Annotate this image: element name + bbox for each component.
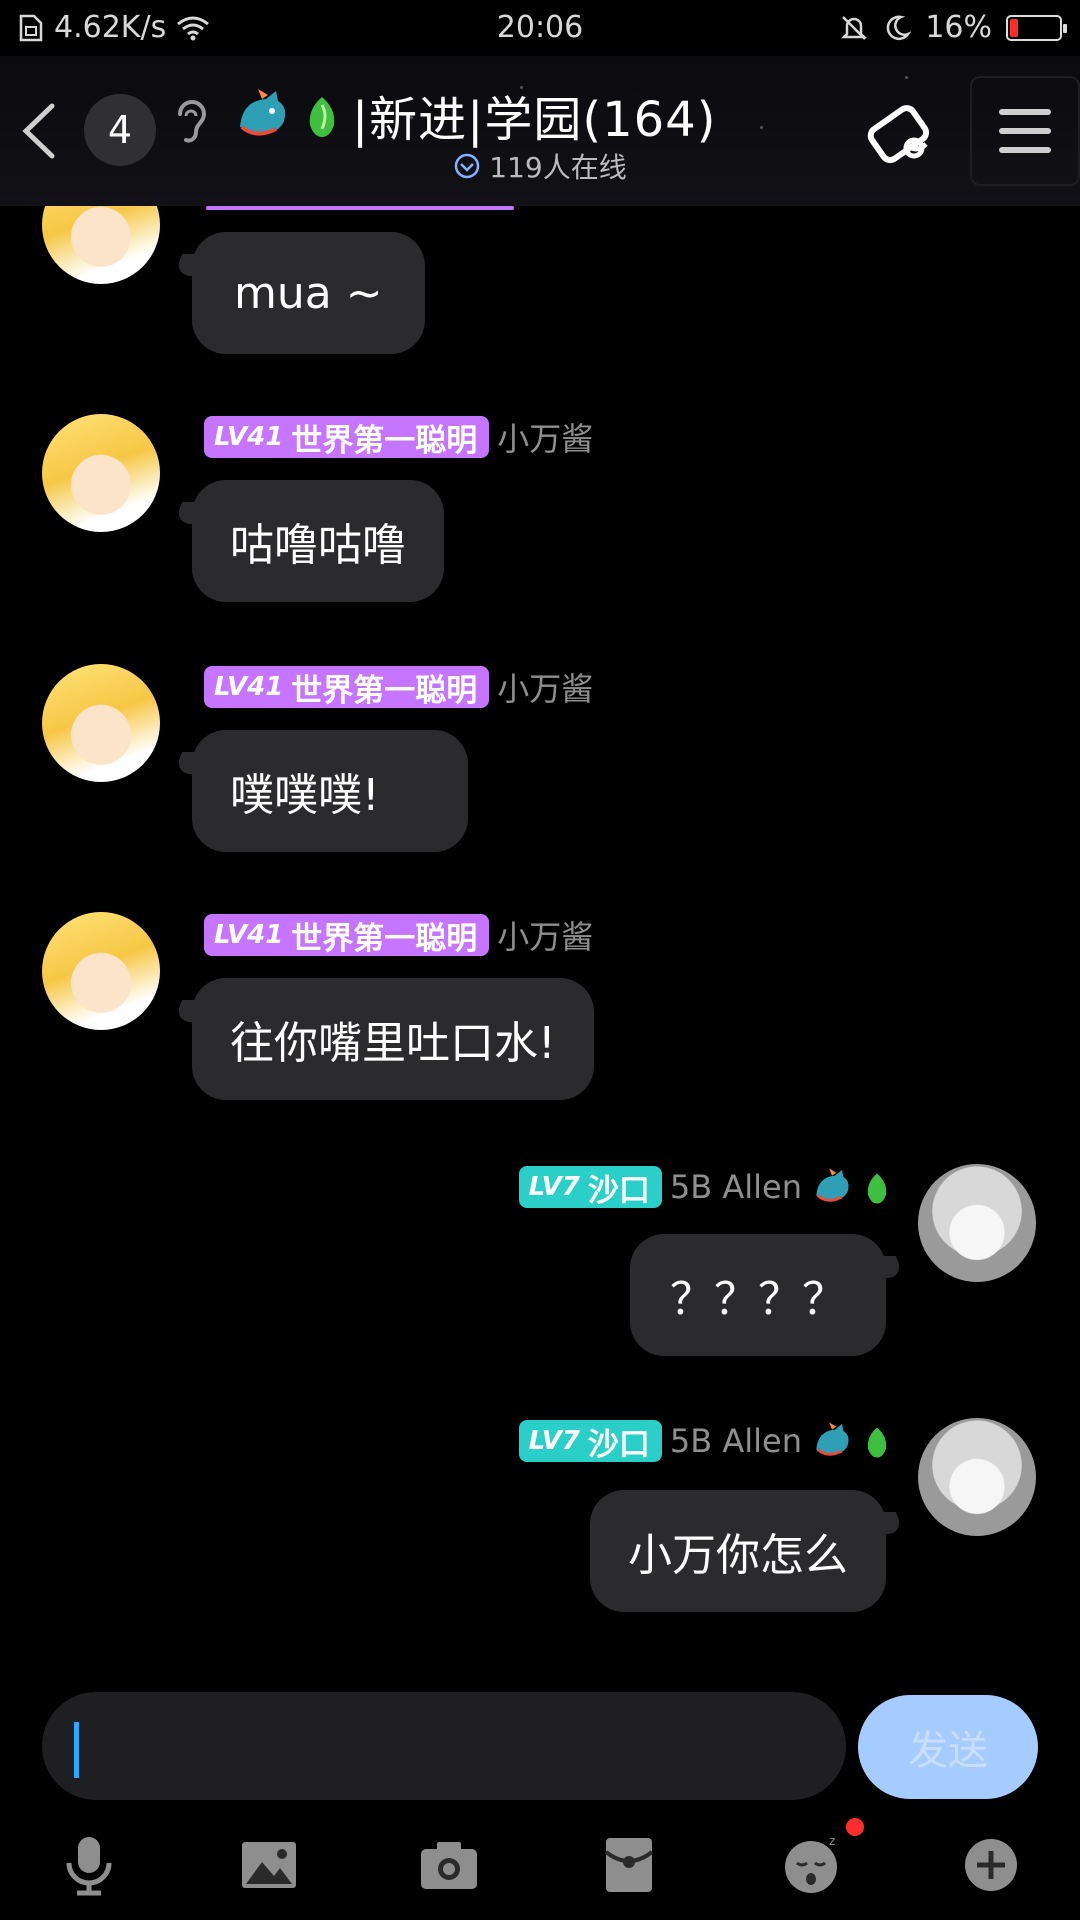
menu-icon[interactable]	[970, 76, 1080, 186]
sender-meta: LV41 世界第一聪明 小万酱	[204, 414, 593, 460]
sender-name[interactable]: 小万酱	[497, 912, 593, 958]
title-label: 世界第一聪明	[291, 920, 478, 957]
dragon-badge-icon	[240, 89, 286, 136]
title-label: 世界第一聪明	[291, 672, 478, 709]
ear-icon[interactable]	[168, 92, 214, 152]
sender-name[interactable]: 5B Allen	[670, 1422, 802, 1460]
level-label: LV41	[214, 422, 284, 452]
status-bar: 4.62K/s 20:06 16%	[0, 0, 1080, 56]
avatar[interactable]	[42, 912, 160, 1030]
microphone-icon[interactable]	[54, 1830, 124, 1900]
battery-level-fill	[1010, 18, 1018, 37]
battery-icon	[1006, 14, 1067, 41]
member-title-tag: LV41 世界第一聪明	[204, 416, 490, 459]
group-title: |新进|学园(164)	[352, 92, 717, 148]
title-label: 世界第一聪明	[291, 422, 478, 459]
sender-meta: LV41 世界第一聪明 小万酱	[204, 912, 593, 958]
text-caret	[74, 1722, 79, 1778]
avatar[interactable]	[42, 206, 160, 284]
message-input[interactable]	[42, 1692, 846, 1800]
member-title-tag: LV41 世界第一聪明	[204, 666, 490, 709]
input-toolbar: z	[0, 1810, 1080, 1920]
sender-name[interactable]: 5B Allen	[670, 1168, 802, 1206]
avatar[interactable]	[918, 1164, 1036, 1282]
battery-percent: 16%	[925, 10, 992, 45]
online-count: 119人在线	[489, 151, 627, 184]
message-bubble[interactable]: ？？？？	[630, 1234, 886, 1356]
level-label: LV7	[528, 1172, 580, 1202]
sprout-badge-icon	[867, 1427, 887, 1458]
sender-meta: LV7 沙口 5B Allen	[518, 1420, 892, 1463]
dragon-badge-icon	[816, 1168, 849, 1202]
sender-meta: LV7 沙口 5B Allen	[518, 1166, 892, 1209]
chevron-down-circle-icon	[455, 153, 480, 179]
message-bubble[interactable]: 咕噜咕噜	[192, 480, 444, 602]
member-title-tag: LV7 沙口	[518, 1420, 662, 1463]
level-label: LV41	[214, 920, 284, 950]
camera-icon[interactable]	[414, 1830, 484, 1900]
status-right: 16%	[839, 10, 1067, 45]
notification-dot	[846, 1818, 864, 1836]
message-list[interactable]: mua ~ LV41 世界第一聪明 小万酱 咕噜咕噜 LV41 世界第一聪明 小万酱…	[0, 206, 1080, 1672]
chat-header: 4 |新进|学园(164) 119人在线	[0, 56, 1080, 206]
previous-tag-edge	[206, 206, 514, 210]
moon-icon	[887, 15, 912, 40]
red-packet-icon[interactable]	[594, 1830, 664, 1900]
member-title-tag: LV41 世界第一聪明	[204, 914, 490, 957]
message-bubble[interactable]: mua ~	[192, 232, 425, 354]
sprout-badge-icon	[309, 97, 335, 137]
title-label: 沙口	[587, 1172, 650, 1209]
bell-muted-icon	[841, 15, 868, 40]
send-button[interactable]: 发送	[858, 1695, 1038, 1799]
sticker-icon[interactable]: z	[776, 1818, 864, 1900]
rotate-device-icon[interactable]	[864, 96, 940, 172]
title-row[interactable]: |新进|学园(164)	[232, 80, 716, 150]
avatar[interactable]	[918, 1418, 1036, 1536]
member-title-tag: LV7 沙口	[518, 1166, 662, 1209]
plus-icon[interactable]	[956, 1830, 1026, 1900]
sprout-badge-icon	[867, 1173, 887, 1204]
svg-text:z: z	[829, 1835, 835, 1848]
sender-name[interactable]: 小万酱	[497, 664, 593, 710]
avatar[interactable]	[42, 414, 160, 532]
avatar[interactable]	[42, 664, 160, 782]
level-label: LV41	[214, 672, 284, 702]
message-bubble[interactable]: 噗噗噗!	[192, 730, 468, 852]
message-bubble[interactable]: 往你嘴里吐口水!	[192, 978, 594, 1100]
dragon-badge-icon	[816, 1422, 849, 1456]
title-label: 沙口	[587, 1426, 650, 1463]
message-bubble[interactable]: 小万你怎么	[590, 1490, 886, 1612]
sender-meta: LV41 世界第一聪明 小万酱	[204, 664, 593, 710]
image-icon[interactable]	[234, 1830, 304, 1900]
level-label: LV7	[528, 1426, 580, 1456]
sender-name[interactable]: 小万酱	[497, 414, 593, 460]
